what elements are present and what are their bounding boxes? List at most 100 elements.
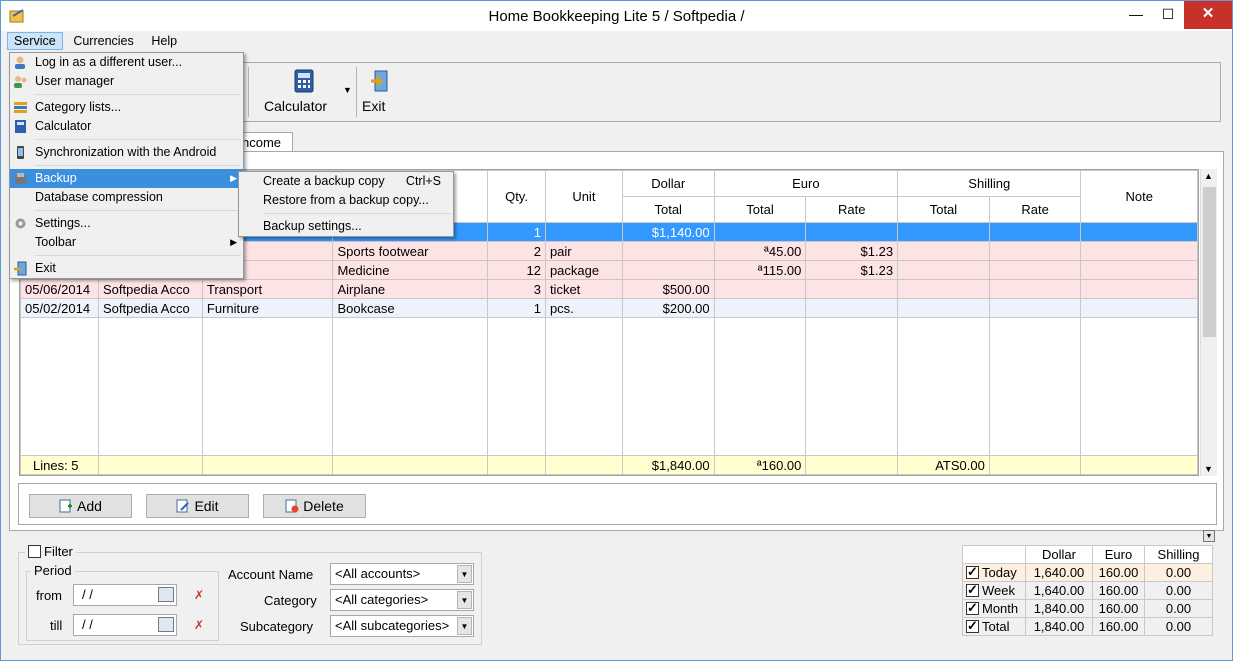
filter-checkbox[interactable]: Filter [25, 544, 76, 559]
from-date-value: / / [82, 587, 93, 602]
menu-currencies[interactable]: Currencies [66, 32, 140, 50]
checkbox[interactable] [966, 564, 979, 580]
checkbox[interactable] [966, 582, 979, 598]
menu-item-user-manager[interactable]: User manager [10, 72, 243, 91]
menu-help[interactable]: Help [144, 32, 184, 50]
clear-from-date-icon[interactable]: ✗ [194, 588, 204, 602]
col-dollar-total-header[interactable]: Total [621, 196, 715, 223]
cell-date: 05/02/2014 [20, 298, 99, 318]
menu-item-backup[interactable]: Backup ▶ [10, 169, 243, 188]
menu-item-label: Create a backup copy [263, 174, 385, 188]
menu-separator [35, 165, 241, 166]
cell-euro-rate [805, 222, 899, 242]
add-button[interactable]: Add [29, 494, 132, 518]
menu-item-exit[interactable]: Exit [10, 259, 243, 278]
menu-item-label: Restore from a backup copy... [263, 193, 429, 207]
col-euro-total-header[interactable]: Total [713, 196, 807, 223]
submenu-arrow-icon: ▶ [230, 237, 237, 247]
chevron-down-icon[interactable]: ▼ [457, 591, 472, 609]
tab-income[interactable]: ncome [237, 132, 293, 152]
calculator-dropdown-arrow-icon[interactable]: ▼ [343, 85, 352, 95]
summary-dollar: 1,840.00 [1025, 617, 1093, 636]
menu-item-label: Backup [35, 171, 77, 185]
col-shilling-total-header[interactable]: Total [897, 196, 990, 223]
scroll-down-icon[interactable]: ▼ [1204, 464, 1213, 474]
delete-button[interactable]: Delete [263, 494, 366, 518]
col-dollar-header[interactable]: Dollar [621, 170, 715, 197]
filter-checkbox-box[interactable] [28, 545, 41, 558]
add-record-icon [59, 499, 73, 513]
minimize-button[interactable]: — [1120, 1, 1152, 29]
cell-subcategory: Bookcase [332, 298, 489, 318]
cell-qty: 2 [487, 241, 546, 261]
from-date-field[interactable]: / / [73, 584, 177, 606]
empty-grid-area [20, 317, 1198, 456]
till-date-field[interactable]: / / [73, 614, 177, 636]
menu-item-backup-settings[interactable]: Backup settings... [239, 217, 453, 236]
summary-dollar: 1,840.00 [1025, 599, 1093, 618]
summary-month-toggle[interactable]: Month [962, 599, 1026, 618]
table-row[interactable]: 05/06/2014 Softpedia Acco Transport Airp… [20, 279, 1198, 299]
menu-item-toolbar[interactable]: Toolbar ▶ [10, 233, 243, 252]
chevron-down-icon[interactable]: ▼ [457, 565, 472, 583]
maximize-button[interactable]: ☐ [1152, 1, 1184, 29]
col-euro-header[interactable]: Euro [713, 170, 899, 197]
cell-qty: 12 [487, 260, 546, 280]
calendar-icon[interactable] [158, 617, 174, 632]
subcategory-select[interactable]: <All subcategories> ▼ [330, 615, 474, 637]
col-euro-rate-header[interactable]: Rate [805, 196, 899, 223]
exit-button[interactable]: Exit [362, 69, 398, 114]
cell-account: Softpedia Acco [97, 298, 203, 318]
summary-today-toggle[interactable]: Today [962, 563, 1026, 582]
checkbox[interactable] [966, 600, 979, 616]
footer-dollar-total: $1,840.00 [621, 455, 715, 475]
menu-item-sync-android[interactable]: Synchronization with the Android [10, 143, 243, 162]
cell-shilling-rate [988, 298, 1082, 318]
col-unit-header[interactable]: Unit [544, 170, 623, 223]
col-shilling-header[interactable]: Shilling [897, 170, 1082, 197]
footer-shilling-total: ATS0.00 [897, 455, 990, 475]
cell-euro-total: ª45.00 [713, 241, 807, 261]
category-select[interactable]: <All categories> ▼ [330, 589, 474, 611]
close-button[interactable]: ✕ [1184, 1, 1232, 29]
summary-week-toggle[interactable]: Week [962, 581, 1026, 600]
menu-item-calculator[interactable]: Calculator [10, 117, 243, 136]
user-switch-icon [15, 56, 25, 69]
calendar-icon[interactable] [158, 587, 174, 602]
scroll-up-icon[interactable]: ▲ [1204, 171, 1213, 181]
col-qty-header[interactable]: Qty. [487, 170, 546, 223]
menu-item-label: Log in as a different user... [35, 55, 183, 69]
summary-total-toggle[interactable]: Total [962, 617, 1026, 636]
summary-row-label: Total [982, 619, 1010, 634]
col-note-header[interactable]: Note [1080, 170, 1198, 223]
scroll-thumb[interactable] [1203, 187, 1216, 337]
cell-category: Furniture [201, 298, 334, 318]
menu-item-db-compression[interactable]: Database compression [10, 188, 243, 207]
account-select[interactable]: <All accounts> ▼ [330, 563, 474, 585]
clear-till-date-icon[interactable]: ✗ [194, 618, 204, 632]
table-row[interactable]: 05/02/2014 Softpedia Acco Furniture Book… [20, 298, 1198, 318]
chevron-down-icon[interactable]: ▼ [457, 617, 472, 635]
menu-item-label: Settings... [35, 216, 91, 230]
menu-separator [264, 213, 451, 214]
cell-euro-total: ª115.00 [713, 260, 807, 280]
grid-scrollbar[interactable]: ▲ ▼ [1200, 169, 1217, 476]
menu-service[interactable]: Service [7, 32, 63, 50]
edit-button[interactable]: Edit [146, 494, 249, 518]
footer-euro-total: ª160.00 [713, 455, 807, 475]
menu-item-restore-backup[interactable]: Restore from a backup copy... [239, 191, 453, 210]
checkbox[interactable] [966, 618, 979, 634]
col-shilling-rate-header[interactable]: Rate [988, 196, 1082, 223]
summary-dropdown-icon[interactable]: ▼ [1203, 530, 1215, 542]
menu-item-login[interactable]: Log in as a different user... [10, 53, 243, 72]
menu-item-label: Synchronization with the Android [35, 145, 217, 159]
menu-item-create-backup[interactable]: Create a backup copy Ctrl+S [239, 172, 453, 191]
calculator-button[interactable]: Calculator [264, 69, 344, 114]
menu-item-settings[interactable]: Settings... [10, 214, 243, 233]
summary-euro: 160.00 [1092, 581, 1145, 600]
cell-note [1080, 298, 1198, 318]
summary-header-euro: Euro [1092, 545, 1145, 564]
menu-item-category-lists[interactable]: Category lists... [10, 98, 243, 117]
cell-shilling-rate [988, 260, 1082, 280]
account-name-label: Account Name [228, 567, 314, 582]
